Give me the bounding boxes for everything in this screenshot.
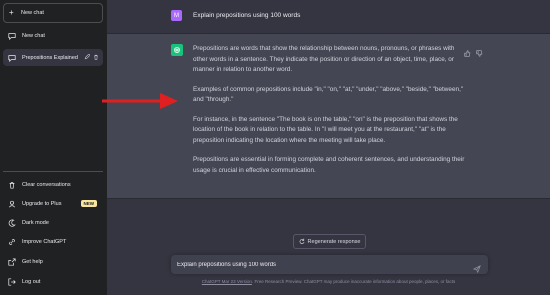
user-message-row: M Explain prepositions using 100 words — [107, 0, 550, 34]
user-icon — [7, 199, 17, 209]
disclaimer-text: . Free Research Preview. ChatGPT may pro… — [251, 279, 456, 284]
new-chat-label: New chat — [21, 10, 44, 16]
version-link[interactable]: ChatGPT Mar 23 Version — [202, 279, 252, 284]
improve-chatgpt-button[interactable]: Improve ChatGPT — [3, 233, 103, 250]
edit-icon[interactable] — [84, 53, 91, 62]
message-input-box — [171, 255, 488, 274]
regenerate-response-button[interactable]: Regenerate response — [293, 234, 366, 249]
upgrade-to-plus-button[interactable]: Upgrade to Plus NEW — [3, 195, 103, 212]
answer-paragraph: Prepositions are essential in forming co… — [193, 156, 465, 174]
user-message: Explain prepositions using 100 words — [193, 12, 301, 19]
log-out-label: Log out — [22, 278, 41, 285]
answer-paragraph: Prepositions are words that show the rel… — [193, 45, 455, 73]
plus-icon: + — [9, 8, 14, 17]
sidebar-item-prepositions[interactable]: Prepositions Explained — [3, 49, 103, 66]
get-help-label: Get help — [22, 258, 43, 265]
assistant-message-row: Prepositions are words that show the rel… — [107, 34, 550, 199]
trash-icon[interactable] — [93, 54, 99, 62]
message-input[interactable] — [177, 258, 467, 271]
sidebar-divider — [3, 171, 103, 172]
clear-conversations-button[interactable]: Clear conversations — [3, 176, 103, 193]
sidebar-item-label: New chat — [22, 32, 45, 39]
refresh-icon — [299, 238, 305, 246]
sidebar: + New chat New chat Prepositions Explain… — [0, 0, 107, 295]
trash-icon — [7, 180, 17, 190]
thumbs-down-icon[interactable] — [476, 44, 483, 62]
chatgpt-logo-icon — [171, 44, 183, 56]
logout-icon — [7, 277, 17, 287]
main-panel: M Explain prepositions using 100 words P… — [107, 0, 550, 295]
new-chat-button[interactable]: + New chat — [3, 3, 103, 23]
link-icon — [7, 237, 17, 247]
user-avatar: M — [171, 10, 182, 21]
sidebar-item-label: Prepositions Explained — [22, 54, 78, 61]
thumbs-up-icon[interactable] — [464, 44, 471, 62]
chat-bubble-icon — [7, 53, 17, 63]
dark-mode-button[interactable]: Dark mode — [3, 214, 103, 231]
external-link-icon — [7, 257, 17, 267]
footer-disclaimer: ChatGPT Mar 23 Version. Free Research Pr… — [107, 279, 550, 284]
chat-bubble-icon — [7, 31, 17, 41]
upgrade-label: Upgrade to Plus — [22, 200, 62, 207]
log-out-button[interactable]: Log out — [3, 273, 103, 290]
feedback-buttons — [464, 44, 483, 62]
new-badge: NEW — [80, 200, 97, 207]
dark-mode-label: Dark mode — [22, 219, 49, 226]
answer-paragraph: For instance, in the sentence "The book … — [193, 115, 458, 144]
assistant-answer: Prepositions are words that show the rel… — [193, 44, 465, 185]
moon-icon — [7, 218, 17, 228]
answer-paragraph: Examples of common prepositions include … — [193, 85, 464, 104]
regenerate-label: Regenerate response — [307, 238, 361, 245]
sidebar-item-new-chat[interactable]: New chat — [3, 27, 103, 44]
get-help-button[interactable]: Get help — [3, 253, 103, 270]
red-arrow-annotation — [102, 93, 178, 109]
clear-conversations-label: Clear conversations — [22, 181, 71, 188]
send-icon[interactable] — [472, 260, 481, 278]
improve-label: Improve ChatGPT — [22, 238, 67, 245]
